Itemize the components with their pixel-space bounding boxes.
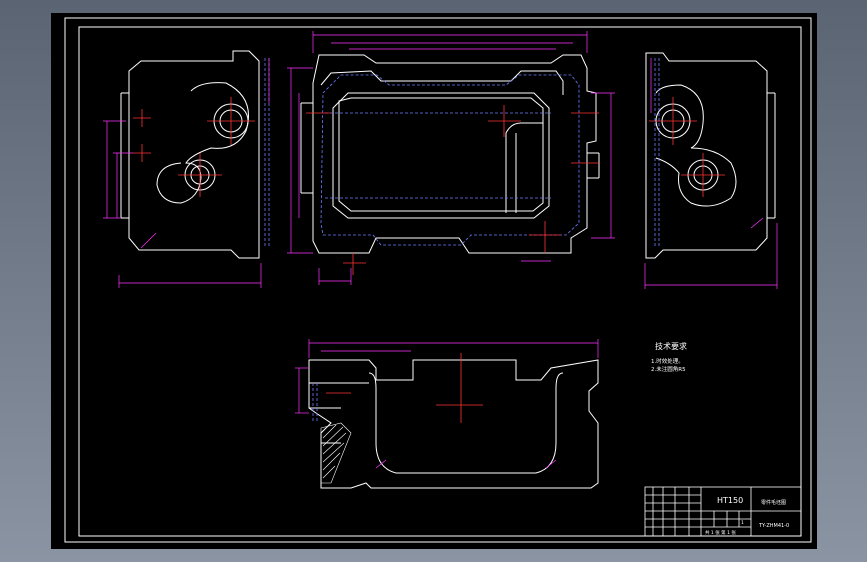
sheet-count: 共 1 张 第 1 张 (705, 529, 736, 536)
tech-requirements-heading: 技术要求 (655, 341, 687, 351)
front-section-hatch (320, 422, 352, 484)
drawing-sheet: 技术要求 1.时效处理。 2.未注圆角R5 HT150 零件毛坯图 TY-ZHM… (51, 13, 817, 549)
right-side-view (645, 52, 776, 259)
front-view-dimensions (295, 339, 599, 469)
tech-requirement-2: 2.未注圆角R5 (651, 365, 686, 373)
top-view-hidden (320, 74, 580, 246)
top-plan-view (300, 54, 600, 254)
material-label: HT150 (717, 496, 743, 505)
top-view-dimensions (287, 31, 615, 285)
top-view-centerlines (306, 105, 599, 275)
drawing-number: TY-ZHM41-0 (758, 523, 789, 529)
front-view-centerlines (326, 353, 483, 423)
scale-value: 1 (741, 520, 744, 526)
right-view-hidden (654, 58, 660, 248)
cad-drawing: 技术要求 1.时效处理。 2.未注圆角R5 HT150 零件毛坯图 TY-ZHM… (64, 17, 812, 543)
front-view-hidden (312, 383, 318, 423)
outer-border (64, 17, 812, 543)
right-view-dimensions (644, 58, 778, 289)
inner-border (78, 26, 802, 537)
front-section-view (308, 359, 599, 489)
drawing-title: 零件毛坯图 (761, 499, 786, 506)
tech-requirement-1: 1.时效处理。 (651, 357, 684, 365)
left-view-hidden (264, 58, 270, 248)
